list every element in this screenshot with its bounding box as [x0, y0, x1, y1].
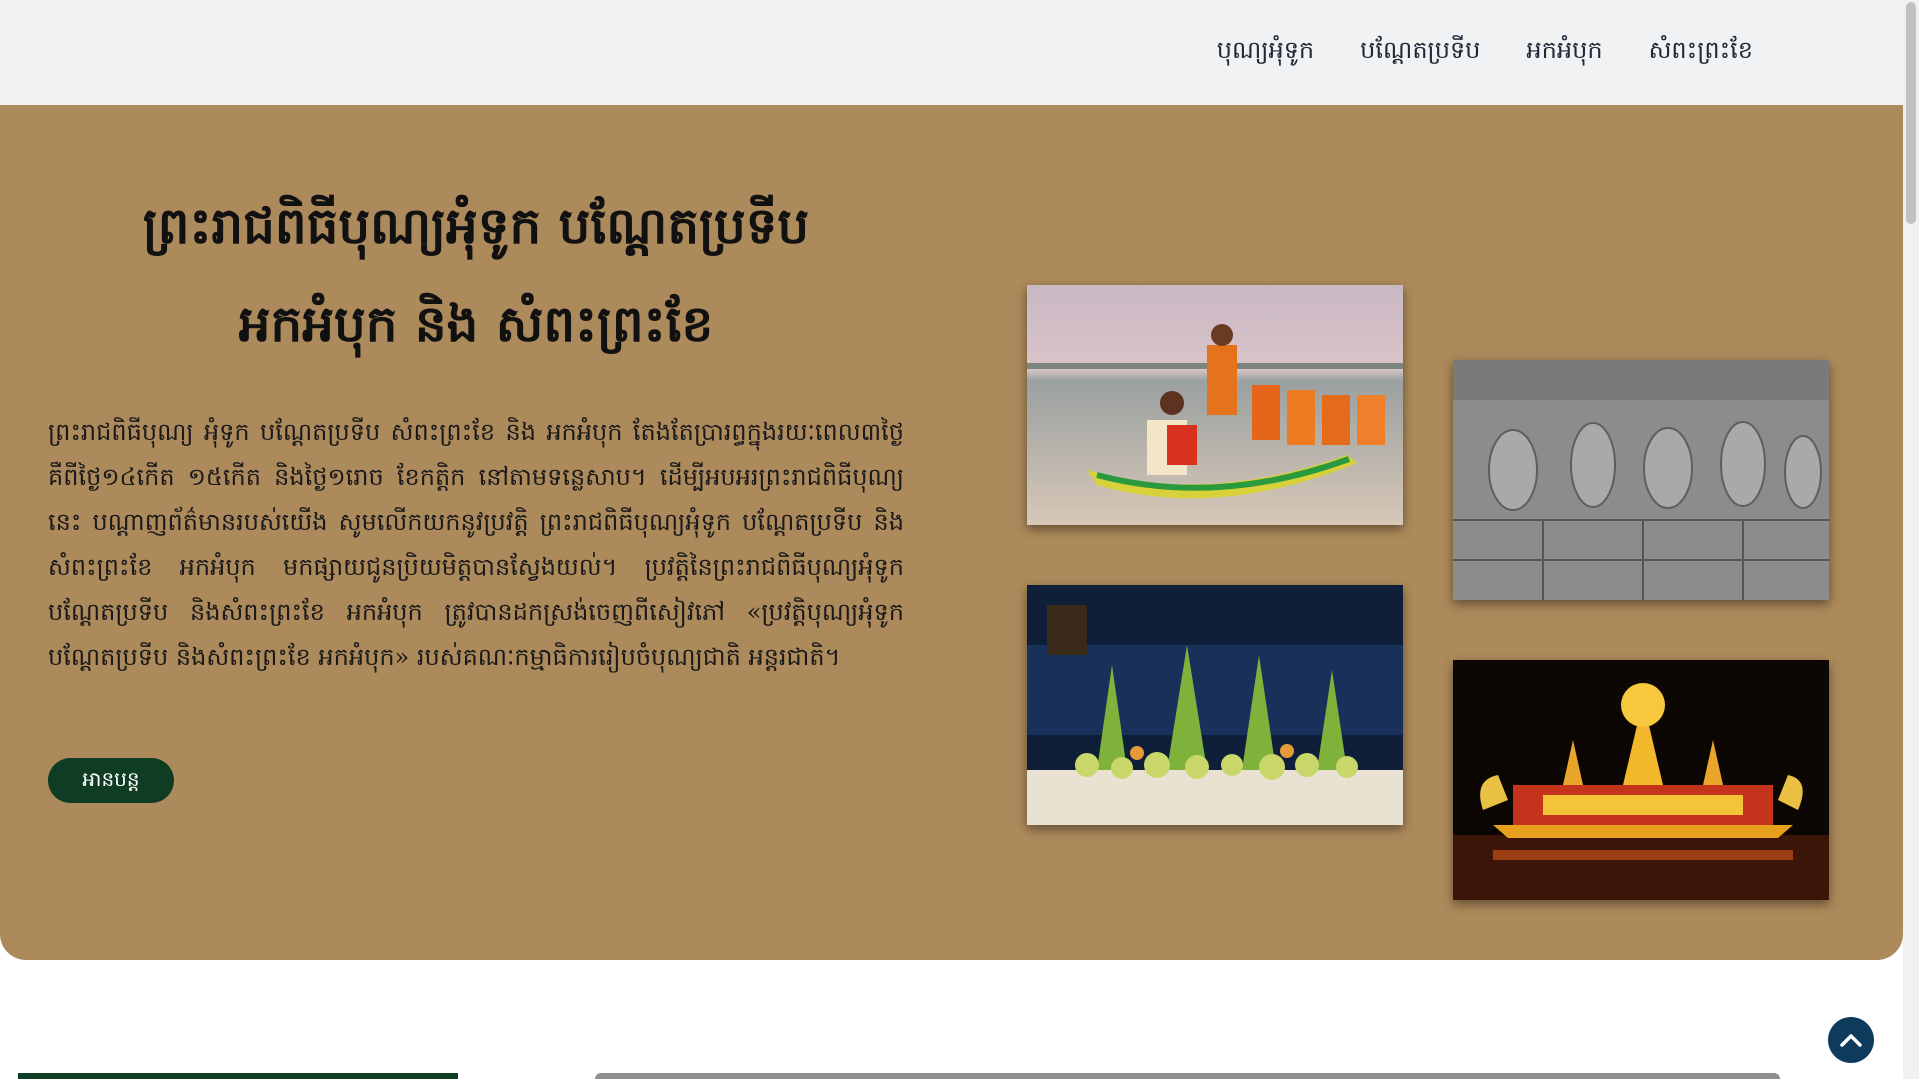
back-to-top-button[interactable]	[1828, 1017, 1874, 1063]
hero-title-line-2: អកអំបុក និង សំពះព្រះខែ	[238, 294, 714, 353]
hero-section: ព្រះរាជពិធីបុណ្យអុំទូក បណ្ដែតប្រទីប អកអំ…	[0, 105, 1903, 960]
read-more-button[interactable]: អានបន្ត	[48, 758, 174, 803]
bottom-section-image-edge	[595, 1073, 1780, 1079]
illuminated-float-photo[interactable]	[1453, 660, 1829, 900]
hero-title: ព្រះរាជពិធីបុណ្យអុំទូក បណ្ដែតប្រទីប អកអំ…	[48, 177, 904, 373]
hero-description: ព្រះរាជពិធីបុណ្យ អុំទូក បណ្ដែតប្រទីប សំព…	[48, 418, 904, 671]
hero-title-line-1: ព្រះរាជពិធីបុណ្យអុំទូក បណ្ដែតប្រទីប	[142, 196, 810, 255]
boat-race-photo[interactable]	[1027, 285, 1403, 525]
nav-item-moon-salute[interactable]: សំពះព្រះខែ	[1649, 35, 1753, 70]
nav-menu: បុណ្យអុំទូក បណ្ដែតប្រទីប អកអំបុក សំពះព្រ…	[1217, 0, 1753, 105]
scrollbar-thumb[interactable]	[1906, 2, 1916, 224]
nav-item-ak-ambok[interactable]: អកអំបុក	[1526, 35, 1602, 70]
nav-item-boat-race[interactable]: បុណ្យអុំទូក	[1217, 35, 1314, 70]
page-scrollbar[interactable]	[1903, 0, 1919, 1079]
bottom-section-bar	[18, 1073, 458, 1079]
nav-item-floating-lanterns[interactable]: បណ្ដែតប្រទីប	[1360, 35, 1480, 70]
offerings-table-photo[interactable]	[1027, 585, 1403, 825]
top-navbar: បុណ្យអុំទូក បណ្ដែតប្រទីប អកអំបុក សំពះព្រ…	[0, 0, 1903, 105]
stone-relief-photo[interactable]	[1453, 360, 1829, 600]
chevron-up-icon	[1840, 1034, 1862, 1047]
